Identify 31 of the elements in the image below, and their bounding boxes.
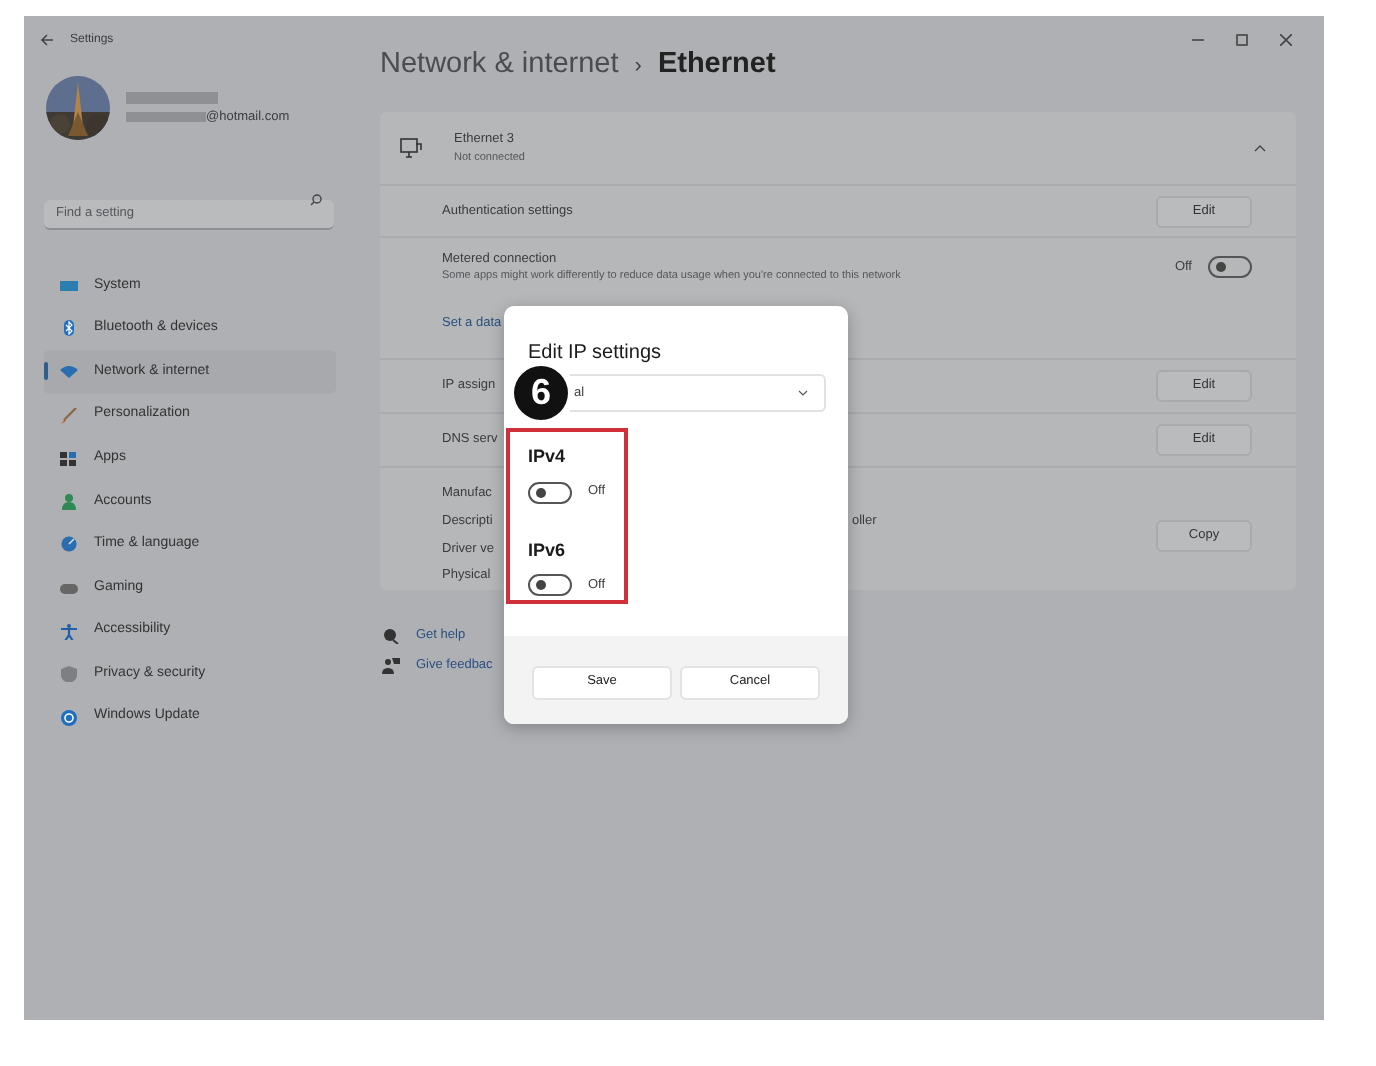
apps-icon [60, 450, 78, 467]
person-icon [60, 493, 78, 510]
page-title: Ethernet [657, 46, 776, 85]
back-icon[interactable] [40, 34, 54, 46]
chevron-down-icon [798, 390, 808, 396]
accessibility-icon [60, 623, 78, 640]
brush-icon [60, 407, 78, 424]
redacted-email-drawing [126, 110, 206, 126]
breadcrumb-parent[interactable]: Network & internet [380, 44, 619, 88]
globe-clock-icon [60, 536, 78, 553]
feedback-icon [382, 657, 400, 674]
minimize-icon[interactable] [1192, 34, 1204, 46]
shield-icon [60, 666, 78, 683]
wifi-icon [60, 363, 78, 380]
redacted-name-drawing [126, 88, 218, 109]
gamepad-icon [60, 579, 78, 596]
toggle-switch[interactable] [528, 574, 572, 596]
update-icon [60, 709, 78, 726]
maximize-icon[interactable] [1236, 34, 1248, 46]
dialog-title: Edit IP settings [526, 340, 664, 368]
collapse-icon[interactable] [1254, 144, 1266, 152]
bluetooth-icon [60, 320, 78, 337]
ethernet-icon [400, 138, 422, 158]
breadcrumb-separator: › [634, 51, 642, 82]
search-icon [310, 194, 322, 206]
toggle-switch[interactable] [1208, 256, 1252, 278]
toggle-switch[interactable] [528, 481, 572, 503]
section-title: IPv4 [528, 444, 568, 470]
monitor-icon [60, 277, 78, 294]
section-title: IPv6 [528, 537, 568, 563]
close-icon[interactable] [1280, 34, 1292, 46]
